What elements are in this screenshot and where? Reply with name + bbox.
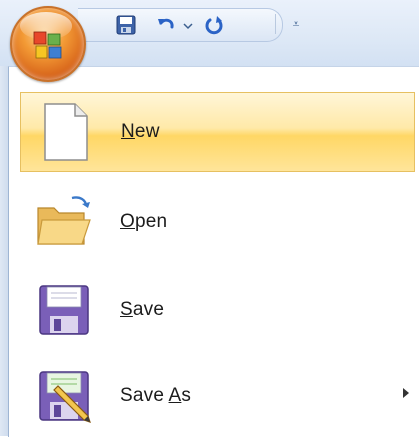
- label-rest: ave: [132, 299, 165, 320]
- label-rest: pen: [134, 211, 168, 232]
- menu-left-frame: [0, 66, 8, 436]
- small-chevron-down-icon: [183, 23, 193, 30]
- menu-item-label: Open: [120, 211, 167, 233]
- save-as-floppy-pencil-icon: [39, 371, 91, 423]
- undo-arrow-icon: [158, 18, 174, 29]
- menu-item-save[interactable]: Save: [20, 270, 415, 350]
- qat-redo-button[interactable]: [203, 14, 225, 36]
- label-rest: s: [181, 385, 192, 406]
- save-floppy-icon: [39, 285, 89, 335]
- access-key: S: [120, 299, 133, 320]
- menu-item-save-as[interactable]: Save As: [20, 356, 415, 436]
- menu-item-label: Save: [120, 299, 164, 321]
- qat-undo-dropdown[interactable]: [182, 14, 194, 36]
- qat-separator: [275, 14, 276, 34]
- submenu-arrow-icon: [403, 388, 409, 398]
- floppy-save-icon: [116, 15, 136, 35]
- menu-item-label: Save As: [120, 385, 191, 407]
- open-folder-icon: [37, 196, 91, 245]
- access-key: N: [121, 121, 135, 142]
- quick-access-toolbar: [78, 8, 283, 42]
- access-key: O: [120, 211, 135, 232]
- customize-dropdown-icon[interactable]: ⩡: [289, 14, 303, 34]
- menu-item-new[interactable]: New: [20, 92, 415, 172]
- redo-circular-arrow-icon: [205, 16, 223, 35]
- menu-item-open[interactable]: Open: [20, 182, 415, 262]
- office-button[interactable]: [10, 6, 86, 82]
- label-pre: Save: [120, 385, 169, 406]
- access-key: A: [168, 385, 182, 406]
- qat-save-button[interactable]: [115, 14, 137, 36]
- office-orb-logo-icon: [33, 31, 62, 59]
- label-rest: ew: [134, 121, 160, 142]
- new-document-icon: [44, 103, 88, 161]
- menu-item-label: New: [121, 121, 160, 143]
- qat-undo-button[interactable]: [155, 14, 177, 36]
